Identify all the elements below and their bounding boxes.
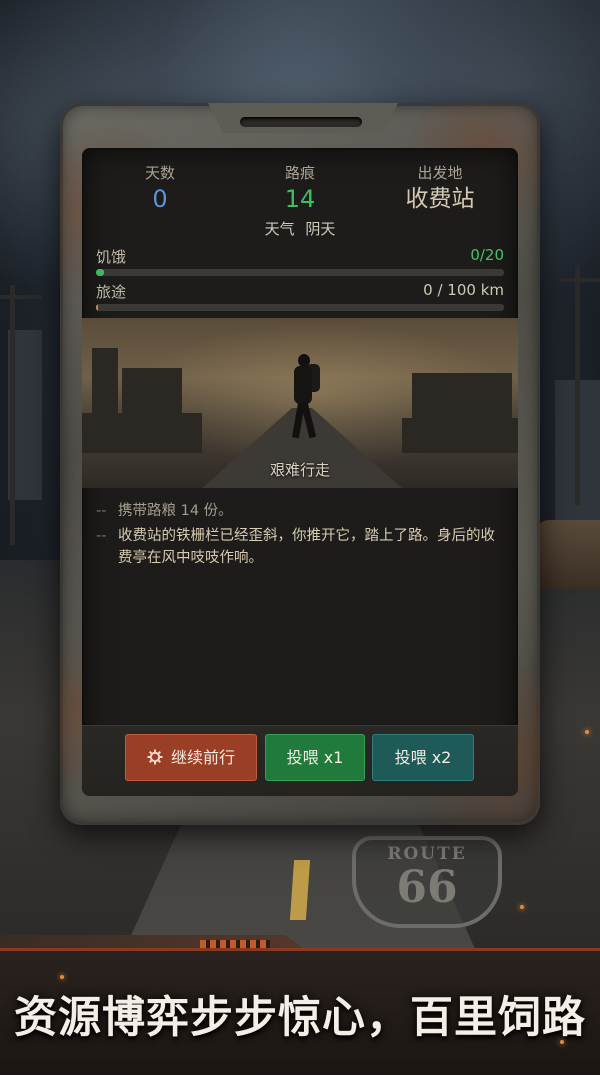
hunger-label: 饥饿 <box>96 248 127 266</box>
feed-x2-button[interactable]: 投喂 x2 <box>372 734 474 781</box>
hunger-bar-row: 饥饿 0/20 <box>96 246 504 276</box>
device-speaker <box>240 117 362 127</box>
hunger-bar-fill <box>96 269 105 276</box>
stat-days: 天数 0 <box>90 162 230 215</box>
power-pole-right-bar <box>560 278 600 282</box>
power-pole-right <box>575 265 580 505</box>
scene-water-tower <box>92 348 118 418</box>
action-bar: 继续前行 投喂 x1 投喂 x2 <box>82 725 518 796</box>
survivor-figure <box>286 354 322 444</box>
log-dash: -- <box>96 503 107 519</box>
game-screen: 天数 0 路痕 14 出发地 收费站 天气 阴天 饥饿 0/20 旅途 0 / … <box>82 148 518 796</box>
log-text: 携带路粮 14 份。 <box>118 503 233 519</box>
origin-value: 收费站 <box>405 186 475 212</box>
power-pole-left <box>10 285 15 545</box>
weather-label: 天气 <box>264 220 295 238</box>
continue-button[interactable]: 继续前行 <box>125 734 257 781</box>
route-66-sign: ROUTE 66 <box>352 836 502 928</box>
journey-value: 0 / 100 km <box>423 281 504 299</box>
ember-spark <box>585 730 589 734</box>
trail-label: 路痕 <box>284 164 315 182</box>
scene-debris-left <box>82 413 202 453</box>
event-log: -- 携带路粮 14 份。 -- 收费站的铁栅栏已经歪斜，你推开它，踏上了路。身… <box>96 500 504 572</box>
route-sign-number: 66 <box>396 862 458 913</box>
gear-icon <box>147 749 163 765</box>
days-value: 0 <box>152 185 168 213</box>
continue-button-label: 继续前行 <box>170 748 235 767</box>
scene-illustration: 艰难行走 <box>82 318 518 488</box>
ember-spark <box>60 975 64 979</box>
weather-status: 天气 阴天 <box>82 218 518 239</box>
promo-slogan: 资源博弈步步惊心，百里饲路 <box>14 993 586 1043</box>
origin-label: 出发地 <box>417 164 463 182</box>
weather-value: 阴天 <box>305 220 336 238</box>
stat-origin: 出发地 收费站 <box>370 162 510 215</box>
power-pole-left-bar <box>0 295 42 299</box>
trail-value: 14 <box>284 185 316 213</box>
hunger-value: 0/20 <box>470 246 504 264</box>
log-dash: -- <box>96 528 107 544</box>
journey-bar-row: 旅途 0 / 100 km <box>96 281 504 311</box>
journey-label: 旅途 <box>96 283 127 301</box>
ember-spark <box>560 1040 564 1044</box>
rugged-device-frame: 天数 0 路痕 14 出发地 收费站 天气 阴天 饥饿 0/20 旅途 0 / … <box>60 103 540 825</box>
journey-bar-fill <box>96 304 99 311</box>
stat-trail: 路痕 14 <box>230 162 370 215</box>
scene-caption: 艰难行走 <box>269 461 330 479</box>
log-text: 收费站的铁栅栏已经歪斜，你推开它，踏上了路。身后的收费亭在风中吱吱作响。 <box>118 528 495 566</box>
scene-ruins-right <box>412 373 512 423</box>
wrecked-car <box>535 520 600 590</box>
banner-warning-stripes <box>200 940 270 948</box>
stats-panel: 天数 0 路痕 14 出发地 收费站 <box>82 162 518 215</box>
log-entry: -- 收费站的铁栅栏已经歪斜，你推开它，踏上了路。身后的收费亭在风中吱吱作响。 <box>96 525 504 569</box>
days-label: 天数 <box>144 164 175 182</box>
log-entry: -- 携带路粮 14 份。 <box>96 500 504 522</box>
journey-bar-track <box>96 304 504 311</box>
route-sign-word: ROUTE <box>387 844 467 864</box>
scene-debris-right <box>402 418 518 453</box>
hunger-bar-track <box>96 269 504 276</box>
ember-spark <box>520 905 524 909</box>
feed-x1-button[interactable]: 投喂 x1 <box>265 734 365 781</box>
